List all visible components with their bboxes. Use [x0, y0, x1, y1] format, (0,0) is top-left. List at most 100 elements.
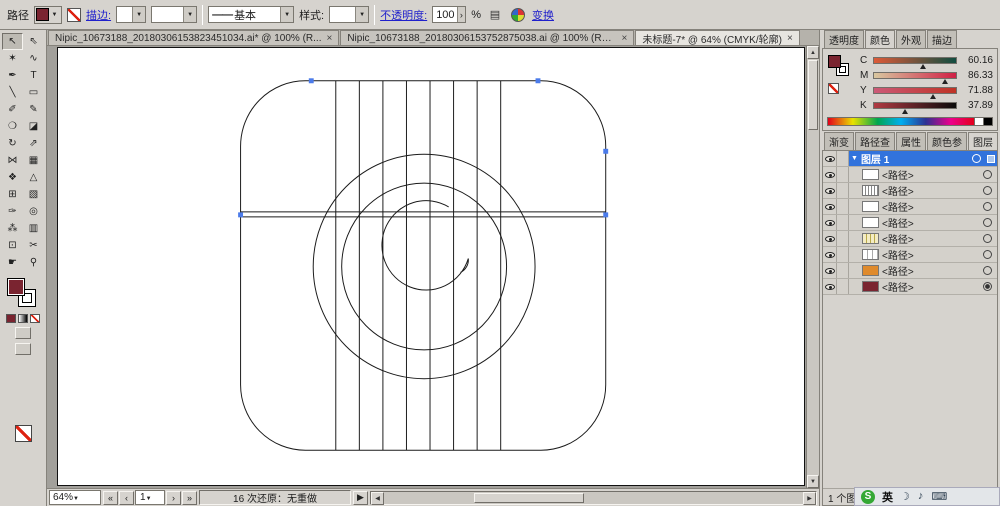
- next-artboard-button[interactable]: ›: [166, 490, 181, 505]
- selection-tool[interactable]: ↖: [2, 33, 23, 50]
- visibility-eye-icon[interactable]: [824, 203, 835, 210]
- style-dropdown[interactable]: [329, 6, 370, 23]
- visibility-eye-icon[interactable]: [824, 251, 835, 258]
- direct-selection-tool[interactable]: ⇖: [23, 33, 44, 50]
- channel-value[interactable]: 60.16: [961, 55, 993, 66]
- none-icon[interactable]: [828, 83, 839, 94]
- scale-tool[interactable]: ⇗: [23, 135, 44, 152]
- panel-tab[interactable]: 颜色: [865, 30, 895, 48]
- lasso-tool[interactable]: ∿: [23, 50, 44, 67]
- scroll-right-icon[interactable]: ▶: [803, 491, 816, 505]
- paintbrush-tool[interactable]: ✐: [2, 101, 23, 118]
- path-row[interactable]: <路径>: [823, 279, 997, 295]
- scrollbar-thumb[interactable]: [808, 60, 818, 130]
- brush-dropdown[interactable]: [151, 6, 198, 23]
- path-label[interactable]: <路径>: [882, 167, 980, 182]
- path-label[interactable]: <路径>: [882, 215, 980, 230]
- panel-tab[interactable]: 属性: [896, 132, 926, 150]
- target-circle-icon[interactable]: [983, 170, 992, 179]
- color-spectrum-ramp[interactable]: [827, 117, 975, 126]
- lock-cell[interactable]: [837, 151, 849, 166]
- column-graph-tool[interactable]: ▥: [23, 220, 44, 237]
- slider-marker-icon[interactable]: [929, 93, 936, 99]
- color-mode-button[interactable]: [6, 314, 16, 323]
- slider-marker-icon[interactable]: [941, 78, 948, 84]
- ime-moon-icon[interactable]: ☽: [900, 490, 910, 503]
- transform-link[interactable]: 变换: [532, 7, 554, 23]
- scroll-left-icon[interactable]: ◀: [371, 491, 384, 505]
- path-row[interactable]: <路径>: [823, 247, 997, 263]
- sogou-logo[interactable]: S: [861, 489, 875, 504]
- stroke-link[interactable]: 描边:: [86, 7, 111, 23]
- document-tab[interactable]: Nipic_10673188_20180306153823451034.ai* …: [48, 30, 340, 45]
- visibility-eye-icon[interactable]: [824, 235, 835, 242]
- magic-wand-tool[interactable]: ✶: [2, 50, 23, 67]
- lock-cell[interactable]: [837, 167, 849, 182]
- rectangle-tool[interactable]: ▭: [23, 84, 44, 101]
- path-row[interactable]: <路径>: [823, 215, 997, 231]
- lock-cell[interactable]: [837, 183, 849, 198]
- drawing-mode-button[interactable]: [15, 327, 31, 339]
- fill-stroke-swatches[interactable]: [6, 277, 40, 309]
- target-circle-icon[interactable]: [972, 154, 981, 163]
- fill-proxy-swatch[interactable]: [828, 55, 841, 68]
- panel-tab[interactable]: 路径查: [855, 132, 895, 150]
- path-label[interactable]: <路径>: [882, 231, 980, 246]
- screen-mode-button[interactable]: [15, 343, 31, 355]
- channel-slider[interactable]: [873, 101, 957, 114]
- channel-value[interactable]: 37.89: [961, 100, 993, 111]
- white-swatch[interactable]: [975, 117, 984, 126]
- visibility-eye-icon[interactable]: [824, 267, 835, 274]
- width-tool[interactable]: ⋈: [2, 152, 23, 169]
- opacity-link[interactable]: 不透明度:: [380, 7, 427, 23]
- type-tool[interactable]: T: [23, 67, 44, 84]
- artboard[interactable]: [57, 47, 805, 486]
- visibility-eye-icon[interactable]: [824, 187, 835, 194]
- path-label[interactable]: <路径>: [882, 199, 980, 214]
- panel-tab[interactable]: 颜色参: [927, 132, 967, 150]
- slider-marker-icon[interactable]: [920, 63, 927, 69]
- expand-triangle-icon[interactable]: [851, 155, 858, 162]
- artwork-paths[interactable]: [240, 80, 607, 451]
- lock-cell[interactable]: [837, 247, 849, 262]
- visibility-eye-icon[interactable]: [824, 171, 835, 178]
- artboard-number-dropdown[interactable]: 1: [135, 490, 165, 505]
- path-label[interactable]: <路径>: [882, 279, 980, 294]
- path-row[interactable]: <路径>: [823, 263, 997, 279]
- shape-builder-tool[interactable]: ❖: [2, 169, 23, 186]
- lock-cell[interactable]: [837, 263, 849, 278]
- stroke-none-icon[interactable]: [67, 7, 81, 22]
- ime-keyboard-icon[interactable]: ⌨: [931, 490, 947, 503]
- pencil-tool[interactable]: ✎: [23, 101, 44, 118]
- panel-tab[interactable]: 渐变: [824, 132, 854, 150]
- ime-sound-icon[interactable]: ♪: [918, 490, 924, 503]
- line-segment-tool[interactable]: ╲: [2, 84, 23, 101]
- visibility-eye-icon[interactable]: [824, 219, 835, 226]
- channel-slider[interactable]: [873, 56, 957, 69]
- free-transform-tool[interactable]: ▦: [23, 152, 44, 169]
- eraser-tool[interactable]: ◪: [23, 118, 44, 135]
- blend-tool[interactable]: ◎: [23, 203, 44, 220]
- zoom-tool[interactable]: ⚲: [23, 254, 44, 271]
- target-circle-icon[interactable]: [983, 282, 992, 291]
- blob-brush-tool[interactable]: ❍: [2, 118, 23, 135]
- gradient-mode-button[interactable]: [18, 314, 28, 323]
- panel-tab[interactable]: 透明度: [824, 30, 864, 48]
- recolor-artwork-icon[interactable]: [510, 7, 525, 22]
- channel-slider[interactable]: [873, 71, 957, 84]
- panel-tab[interactable]: 描边: [927, 30, 957, 48]
- last-artboard-button[interactable]: »: [182, 490, 197, 505]
- none-swatch[interactable]: [14, 425, 32, 442]
- document-tab[interactable]: Nipic_10673188_20180306153752875038.ai @…: [340, 30, 635, 45]
- panel-tab[interactable]: 外观: [896, 30, 926, 48]
- document-setup-icon[interactable]: ▤: [486, 6, 504, 24]
- scroll-up-icon[interactable]: ▲: [807, 46, 819, 59]
- gradient-tool[interactable]: ▧: [23, 186, 44, 203]
- opacity-input[interactable]: 100: [432, 6, 467, 23]
- document-tab[interactable]: 未标题-7* @ 64% (CMYK/轮廓) ×: [635, 30, 800, 45]
- close-icon[interactable]: ×: [621, 33, 627, 44]
- visibility-eye-icon[interactable]: [824, 283, 835, 290]
- target-circle-icon[interactable]: [983, 234, 992, 243]
- selection-anchors[interactable]: [238, 78, 609, 218]
- canvas-area[interactable]: ▲ ▼: [47, 46, 819, 488]
